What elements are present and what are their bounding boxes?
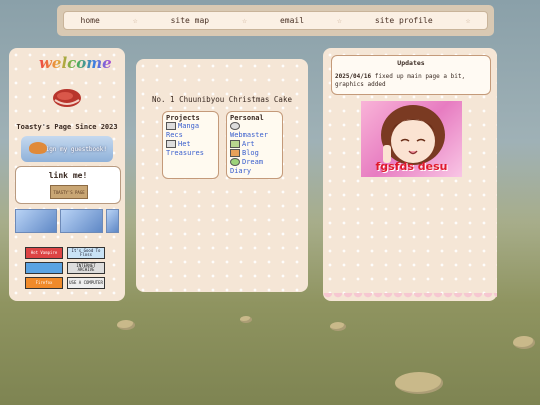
guestbook-button[interactable]: sign my guestbook! — [21, 136, 113, 162]
banner-1[interactable] — [15, 209, 58, 233]
hay-bale — [240, 316, 252, 323]
hot-vampire-button[interactable]: Hot Vampire — [25, 247, 63, 259]
link-me-button[interactable]: TOASTY'S PAGE — [50, 185, 88, 199]
hay-bale — [117, 320, 135, 330]
link-dream-diary[interactable]: Dream Diary — [230, 158, 279, 176]
personal-heading: Personal — [230, 114, 264, 122]
nav-site-map[interactable]: site map — [171, 16, 210, 25]
left-sidebar: welcome Toasty's Page Since 2023 sign my… — [9, 48, 125, 301]
anime-caption: fgsfds desu — [375, 160, 448, 173]
hay-bale — [330, 322, 346, 331]
link-het-treasures[interactable]: Het Treasures — [166, 140, 215, 158]
nav-separator: ☆ — [242, 16, 247, 25]
welcome-logo: welcome — [39, 54, 112, 72]
nav-separator: ☆ — [337, 16, 342, 25]
top-navbar: home ☆ site map ☆ email ☆ site profile ☆ — [57, 5, 494, 36]
use-computer-button[interactable]: USE A COMPUTER — [67, 277, 105, 289]
page-title: No. 1 Chuunibyou Christmas Cake — [152, 95, 292, 104]
firefox-button[interactable]: Firefox — [25, 277, 63, 289]
nav-separator: ☆ — [132, 16, 138, 25]
nav-site-profile[interactable]: site profile — [375, 16, 433, 25]
book-icon — [166, 122, 176, 130]
personal-card: Personal Webmaster Art Blog Dream Diary — [226, 111, 283, 179]
hay-bale — [395, 372, 443, 394]
link-me-box: link me! TOASTY'S PAGE — [15, 166, 121, 204]
floss-button[interactable]: It's Good To Floss — [67, 247, 105, 259]
lace-border — [323, 293, 497, 301]
art-icon — [230, 140, 240, 148]
projects-card: Projects Manga Recs Het Treasures — [162, 111, 219, 179]
nav-email[interactable]: email — [280, 16, 304, 25]
banner-2[interactable] — [60, 209, 103, 233]
projects-heading: Projects — [166, 114, 200, 122]
guestbook-label: sign my guestbook! — [41, 145, 107, 153]
nav-separator: ☆ — [465, 16, 471, 25]
nav-home[interactable]: home — [81, 16, 100, 25]
fox-icon — [29, 142, 47, 154]
link-me-title: link me! — [48, 171, 88, 180]
blog-icon — [230, 149, 240, 157]
internet-archive-button[interactable]: INTERNET ARCHIVE — [67, 262, 105, 274]
banner-row — [15, 209, 119, 233]
film-icon — [166, 140, 176, 148]
link-manga-recs[interactable]: Manga Recs — [166, 122, 215, 140]
site-since-text: Toasty's Page Since 2023 — [16, 123, 118, 131]
anime-image: fgsfds desu — [361, 101, 462, 177]
updates-box: Updates 2025/04/16 fixed up main page a … — [331, 55, 491, 95]
link-blog[interactable]: Blog — [230, 149, 279, 158]
meat-icon — [53, 89, 81, 107]
navbar-inner: home ☆ site map ☆ email ☆ site profile ☆ — [63, 11, 488, 30]
dream-icon — [230, 158, 240, 166]
update-date: 2025/04/16 — [335, 73, 372, 80]
main-panel: No. 1 Chuunibyou Christmas Cake Projects… — [136, 59, 308, 292]
hay-bale — [513, 336, 535, 349]
link-art[interactable]: Art — [230, 140, 279, 149]
banner-3[interactable] — [105, 209, 119, 233]
updates-title: Updates — [397, 59, 425, 67]
right-panel: Updates 2025/04/16 fixed up main page a … — [323, 48, 497, 301]
blue-button[interactable] — [25, 262, 63, 274]
link-webmaster[interactable]: Webmaster — [230, 122, 279, 140]
webmaster-icon — [230, 122, 240, 130]
updates-entry: 2025/04/16 fixed up main page a bit, gra… — [335, 73, 487, 89]
